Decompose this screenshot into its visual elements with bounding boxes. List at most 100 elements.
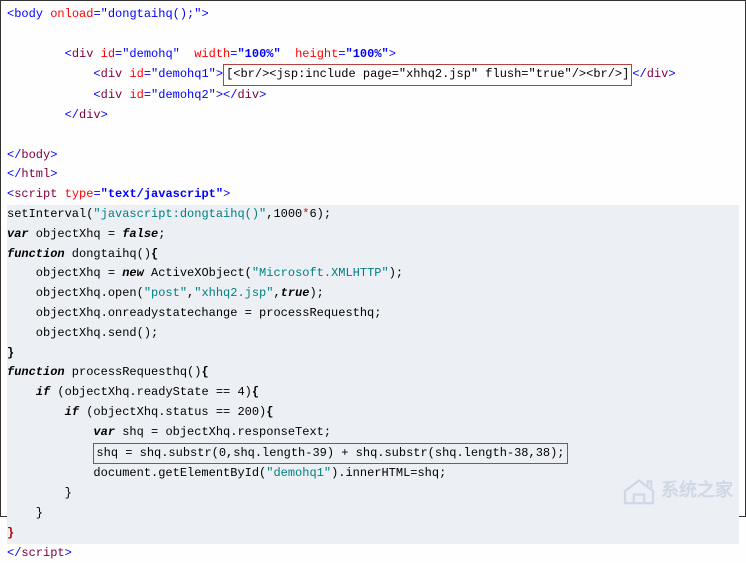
t: </ [7, 148, 21, 162]
code-line: </div> [7, 106, 739, 126]
tag: <body [7, 7, 50, 21]
t: processRequesthq() [65, 365, 202, 379]
highlighted-substr-line: shq = shq.substr(0,shq.length-39) + shq.… [93, 443, 567, 465]
t: script [14, 187, 57, 201]
t: "Microsoft.XMLHTTP" [252, 266, 389, 280]
code-line: <div id="demohq2"></div> [7, 86, 739, 106]
blank-line [7, 25, 739, 45]
code-line: objectXhq.send(); [7, 324, 739, 344]
t: > [668, 67, 675, 81]
t [93, 47, 100, 61]
t: "xhhq2.jsp" [194, 286, 273, 300]
t: ,1000 [266, 207, 302, 221]
t [7, 405, 65, 419]
t: ).innerHTML=shq; [331, 466, 446, 480]
t: "demohq" [122, 47, 180, 61]
t: objectXhq.onreadystatechange = processRe… [7, 306, 381, 320]
t: > [389, 47, 396, 61]
t: id [101, 47, 115, 61]
t: if [65, 405, 79, 419]
t: ); [389, 266, 403, 280]
t: > [223, 187, 230, 201]
code-line: } [7, 344, 739, 364]
t: { [252, 385, 259, 399]
t: = [338, 47, 345, 61]
t [180, 47, 194, 61]
t: type [65, 187, 94, 201]
watermark-text: 系统之家 [661, 476, 733, 506]
t: > [259, 88, 266, 102]
t: ); [309, 286, 323, 300]
t: "post" [144, 286, 187, 300]
t: </ [7, 546, 21, 560]
t: "text/javascript" [101, 187, 223, 201]
t [57, 187, 64, 201]
code-line: </html> [7, 165, 739, 185]
t: { [266, 405, 273, 419]
code-line: <div id="demohq" width="100%" height="10… [7, 45, 739, 65]
t: 6); [309, 207, 331, 221]
code-line: } [7, 524, 739, 544]
t: height [295, 47, 338, 61]
t: > [65, 546, 72, 560]
val: "dongtaihq();" [101, 7, 202, 21]
t: > [101, 108, 108, 122]
t: < [7, 88, 101, 102]
code-line: } [7, 504, 739, 524]
t [7, 425, 93, 439]
t [281, 47, 295, 61]
t: "demohq1" [151, 67, 216, 81]
t: < [7, 47, 72, 61]
t: ActiveXObject( [144, 266, 252, 280]
t: "javascript:dongtaihq()" [93, 207, 266, 221]
t: div [72, 47, 94, 61]
t: < [7, 67, 101, 81]
t: "demohq2" [151, 88, 216, 102]
t: = [144, 88, 151, 102]
code-line: objectXhq = new ActiveXObject("Microsoft… [7, 264, 739, 284]
t: objectXhq = [7, 266, 122, 280]
t: shq = objectXhq.responseText; [115, 425, 331, 439]
code-line: setInterval("javascript:dongtaihq()",100… [7, 205, 739, 225]
t: } [7, 506, 43, 520]
eq: = [93, 7, 100, 21]
t: </ [7, 108, 79, 122]
t: true [281, 286, 310, 300]
t: div [647, 67, 669, 81]
t: objectXhq.send(); [7, 326, 158, 340]
t: { [151, 247, 158, 261]
code-line: <body onload="dongtaihq();"> [7, 5, 739, 25]
t: { [201, 365, 208, 379]
t: var [7, 227, 29, 241]
t: div [101, 88, 123, 102]
code-line: if (objectXhq.status == 200){ [7, 403, 739, 423]
code-line: objectXhq.onreadystatechange = processRe… [7, 304, 739, 324]
t: if [36, 385, 50, 399]
t: function [7, 365, 65, 379]
t: id [129, 67, 143, 81]
code-line: function processRequesthq(){ [7, 363, 739, 383]
t: div [237, 88, 259, 102]
t: id [129, 88, 143, 102]
t: div [79, 108, 101, 122]
t: , [273, 286, 280, 300]
highlighted-jsp-include: [<br/><jsp:include page="xhhq2.jsp" flus… [223, 64, 632, 86]
t: (objectXhq.status == 200) [79, 405, 266, 419]
code-line: if (objectXhq.readyState == 4){ [7, 383, 739, 403]
t: document.getElementById( [7, 466, 266, 480]
t: div [101, 67, 123, 81]
t [7, 446, 93, 460]
t: = [93, 187, 100, 201]
code-line: objectXhq.open("post","xhhq2.jsp",true); [7, 284, 739, 304]
watermark-icon [621, 477, 657, 505]
t: </ [632, 67, 646, 81]
t: (objectXhq.readyState == 4) [50, 385, 252, 399]
t: script [21, 546, 64, 560]
code-line: function dongtaihq(){ [7, 245, 739, 265]
t: function [7, 247, 65, 261]
attr: onload [50, 7, 93, 21]
t: } [7, 526, 14, 540]
t: > [216, 67, 223, 81]
t: > [50, 148, 57, 162]
close: > [201, 7, 208, 21]
